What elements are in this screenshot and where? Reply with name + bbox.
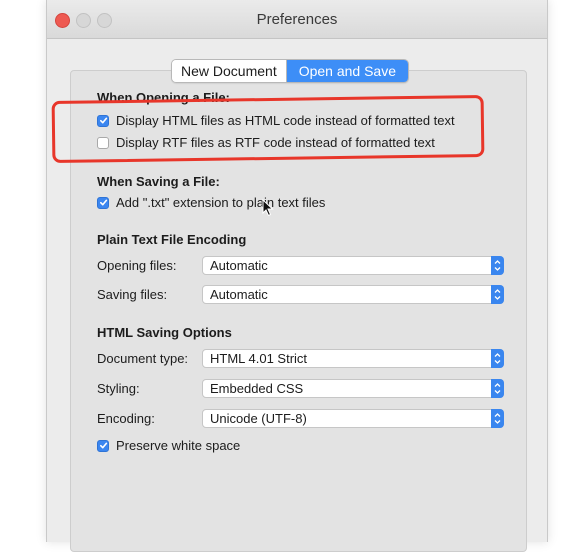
checkmark-icon xyxy=(99,442,107,449)
preferences-window: Preferences New Document Open and Save W… xyxy=(46,0,548,552)
encoding-heading: Plain Text File Encoding xyxy=(97,232,247,247)
styling-popup[interactable]: Embedded CSS xyxy=(202,379,504,398)
saving-heading: When Saving a File: xyxy=(97,174,220,189)
tab-open-and-save[interactable]: Open and Save xyxy=(286,60,408,82)
saving-files-value: Automatic xyxy=(210,287,268,302)
html-encoding-label: Encoding: xyxy=(97,411,155,426)
preserve-white-space-label: Preserve white space xyxy=(116,438,241,453)
popup-stepper-icon xyxy=(491,409,504,428)
styling-value: Embedded CSS xyxy=(210,381,304,396)
checkmark-icon xyxy=(99,199,107,206)
add-txt-extension-checkbox[interactable] xyxy=(97,196,109,209)
document-type-popup[interactable]: HTML 4.01 Strict xyxy=(202,349,504,368)
add-txt-extension-checkbox-row[interactable]: Add ".txt" extension to plain text files xyxy=(97,195,325,210)
html-encoding-value: Unicode (UTF-8) xyxy=(210,411,307,426)
popup-stepper-icon xyxy=(491,256,504,275)
tab-bar: New Document Open and Save xyxy=(171,59,409,83)
document-type-value: HTML 4.01 Strict xyxy=(210,351,308,366)
add-txt-extension-label: Add ".txt" extension to plain text files xyxy=(116,195,326,210)
saving-files-label: Saving files: xyxy=(97,287,168,302)
preserve-white-space-checkbox-row[interactable]: Preserve white space xyxy=(97,438,240,453)
saving-files-popup[interactable]: Automatic xyxy=(202,285,504,304)
preserve-white-space-checkbox[interactable] xyxy=(97,439,109,452)
window-title: Preferences xyxy=(256,11,338,28)
mouse-cursor-icon xyxy=(262,199,274,217)
title-bar[interactable]: Preferences xyxy=(47,0,547,39)
popup-stepper-icon xyxy=(491,285,504,304)
opening-files-label: Opening files: xyxy=(97,258,177,273)
popup-stepper-icon xyxy=(491,349,504,368)
red-highlight-annotation xyxy=(51,94,485,164)
html-options-heading: HTML Saving Options xyxy=(97,325,232,340)
document-type-label: Document type: xyxy=(97,351,189,366)
html-encoding-popup[interactable]: Unicode (UTF-8) xyxy=(202,409,504,428)
styling-label: Styling: xyxy=(97,381,140,396)
tab-new-document[interactable]: New Document xyxy=(172,60,287,82)
popup-stepper-icon xyxy=(491,379,504,398)
opening-files-value: Automatic xyxy=(210,258,268,273)
opening-files-popup[interactable]: Automatic xyxy=(202,256,504,275)
